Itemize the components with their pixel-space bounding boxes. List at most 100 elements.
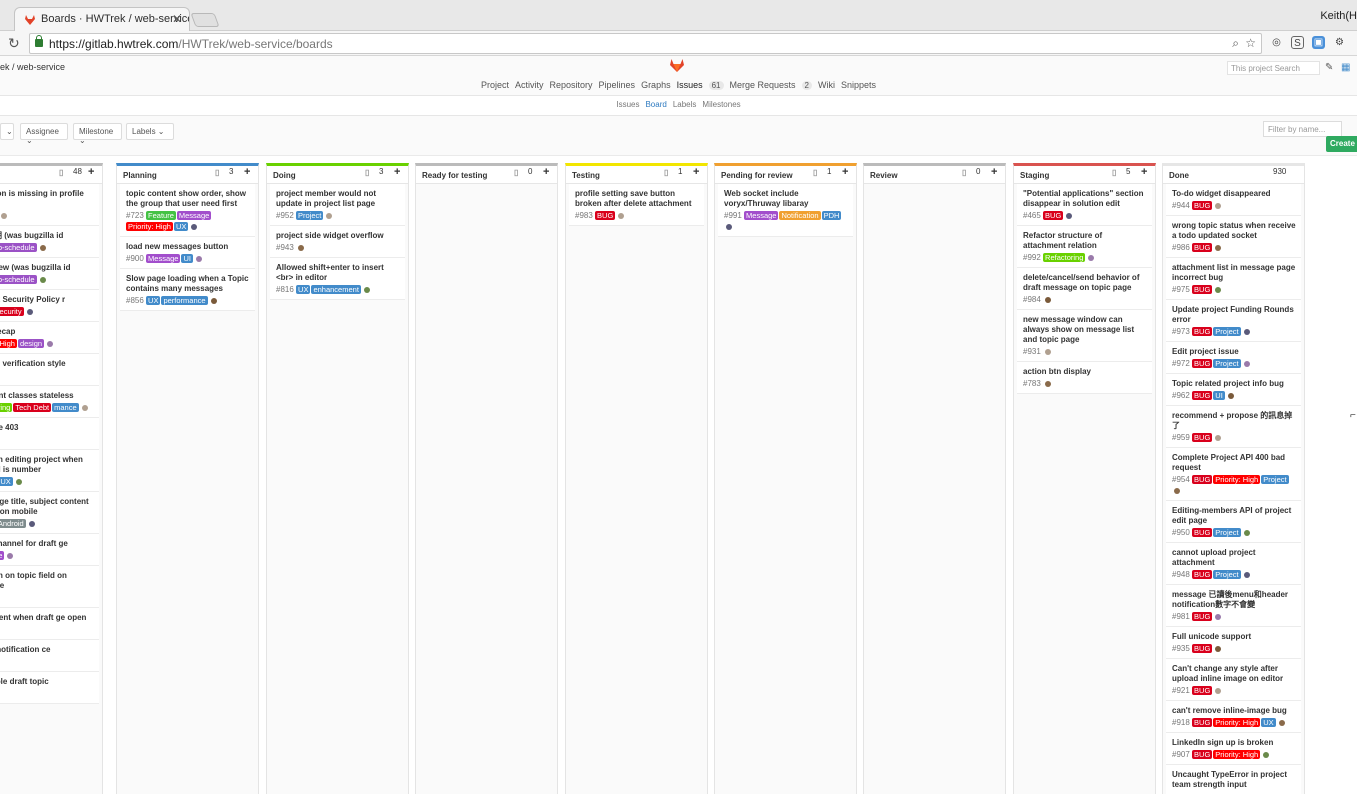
issue-title[interactable]: project member would not update in proje…	[276, 189, 400, 209]
issue-card[interactable]: action btn display #783	[1017, 362, 1152, 394]
assignee-avatar[interactable]	[15, 478, 22, 485]
add-issue-button[interactable]: +	[88, 166, 94, 178]
issue-card[interactable]: Can't change any style after upload inli…	[1166, 659, 1301, 701]
issue-title[interactable]: To-do widget disappeared	[1172, 189, 1296, 199]
issue-title[interactable]: e multiple draft topic	[0, 677, 94, 687]
add-issue-button[interactable]: +	[1141, 166, 1147, 178]
nav-item-merge-requests[interactable]: Merge Requests	[730, 80, 796, 90]
issue-label[interactable]: BUG	[1192, 327, 1213, 336]
issue-label[interactable]: Notification	[779, 211, 821, 220]
issue-card[interactable]: cannot upload project attachment #948 BUG…	[1166, 543, 1301, 585]
assignee-avatar[interactable]	[1066, 212, 1073, 219]
add-issue-button[interactable]: +	[543, 166, 549, 178]
assignee-avatar[interactable]	[1215, 244, 1222, 251]
assignee-avatar[interactable]	[1278, 719, 1285, 726]
issue-title[interactable]: Content Security Policy r	[0, 295, 94, 305]
issue-card[interactable]: load new messages button #900 Message UI	[120, 237, 255, 269]
create-button[interactable]: Create	[1326, 136, 1357, 152]
issue-label[interactable]: BUG	[1192, 750, 1213, 759]
issue-title[interactable]: "Potential applications" section disappe…	[1023, 189, 1147, 209]
issue-title[interactable]: Refactor structure of attachment relatio…	[1023, 231, 1147, 251]
add-issue-button[interactable]: +	[244, 166, 250, 178]
issue-label[interactable]: Feature	[146, 211, 176, 220]
issue-card[interactable]: chart view (was bugzilla idUGHub-schedul…	[0, 258, 99, 290]
assignee-avatar[interactable]	[39, 276, 46, 283]
issue-card[interactable]: can't remove inline-image bug #918 BUG Pri…	[1166, 701, 1301, 733]
issue-label[interactable]: Project	[296, 211, 324, 220]
issue-title[interactable]: LinkedIn sign up is broken	[1172, 738, 1296, 748]
assignee-avatar[interactable]	[1045, 296, 1052, 303]
issue-title[interactable]: ember notification ce	[0, 645, 94, 655]
trash-icon[interactable]: ▯	[813, 168, 817, 177]
issue-card[interactable]: new message window can always show on me…	[1017, 310, 1152, 362]
issue-card[interactable]: e multiple draft topic	[0, 672, 99, 704]
close-tab-icon[interactable]: ✕	[172, 12, 182, 26]
subnav-issues[interactable]: Issues	[616, 100, 639, 109]
issue-card[interactable]: o revise verification style	[0, 354, 99, 386]
reload-icon[interactable]: ↻	[8, 35, 20, 52]
issue-title[interactable]: delete/cancel/send behavior of draft mes…	[1023, 273, 1147, 293]
issue-title[interactable]: Editing-members API of project edit page	[1172, 506, 1296, 526]
assignee-avatar[interactable]	[1088, 254, 1095, 261]
issue-label[interactable]: UX	[0, 477, 13, 486]
issue-label[interactable]: Project	[1213, 359, 1241, 368]
issue-label[interactable]: Message	[146, 254, 181, 263]
assignee-avatar[interactable]	[191, 223, 198, 230]
nav-item-repository[interactable]: Repository	[550, 80, 593, 90]
issue-title[interactable]: Slow page loading when a Topic contains …	[126, 274, 250, 294]
issue-label[interactable]: Refactoring	[1043, 253, 1086, 262]
assignee-avatar[interactable]	[0, 212, 7, 219]
filter-by-name-input[interactable]: Filter by name...	[1263, 121, 1342, 137]
issue-label[interactable]: UX	[296, 285, 311, 294]
nav-item-issues[interactable]: Issues	[677, 80, 703, 90]
issue-card[interactable]: ge button is missing in profile page.UGU…	[0, 184, 99, 226]
issue-card[interactable]: ocket channel for draft ge Message	[0, 534, 99, 566]
issue-title[interactable]: l message title, subject content display…	[0, 497, 94, 517]
issue-card[interactable]: n handle 403	[0, 418, 99, 450]
issue-card[interactable]: Topic related project info bug #962 BUG UI	[1166, 374, 1301, 406]
assignee-avatar[interactable]	[1263, 751, 1270, 758]
add-issue-button[interactable]: +	[693, 166, 699, 178]
gear-icon[interactable]: ⚙	[1333, 36, 1346, 49]
issue-title[interactable]: Can't change any style after upload inli…	[1172, 664, 1296, 684]
issue-label[interactable]: BUG	[1192, 570, 1213, 579]
subnav-milestones[interactable]: Milestones	[702, 100, 740, 109]
issue-title[interactable]: new message window can always show on me…	[1023, 315, 1147, 345]
assignee-avatar[interactable]	[28, 520, 35, 527]
assignee-avatar[interactable]	[726, 223, 732, 230]
issue-label[interactable]: Project	[1261, 475, 1289, 484]
bookmark-star-icon[interactable]: ☆	[1245, 36, 1256, 50]
issue-label[interactable]: mance	[52, 403, 79, 412]
assignee-avatar[interactable]	[1215, 613, 1222, 620]
issue-card[interactable]: Content Security Policy rEPICSecurity	[0, 290, 99, 322]
issue-label[interactable]: Project	[1213, 327, 1241, 336]
zoom-icon[interactable]: ⌕	[1232, 36, 1239, 51]
issue-card[interactable]: project member would not update in proje…	[270, 184, 405, 226]
assignee-avatar[interactable]	[618, 212, 625, 219]
trash-icon[interactable]: ▯	[365, 168, 369, 177]
issue-card[interactable]: t work in editing project when the field…	[0, 450, 99, 492]
issue-label[interactable]: UX	[1261, 718, 1276, 727]
nav-item-project[interactable]: Project	[481, 80, 509, 90]
issue-title[interactable]: ge button is missing in profile page.	[0, 189, 94, 209]
assignee-avatar[interactable]	[7, 552, 14, 559]
issue-title[interactable]: topic content show order, show the group…	[126, 189, 250, 209]
issue-card[interactable]: Refactor structure of attachment relatio…	[1017, 226, 1152, 268]
assignee-avatar[interactable]	[1045, 380, 1052, 387]
url-field[interactable]: https://gitlab.hwtrek.com/HWTrek/web-ser…	[29, 33, 1262, 54]
extension-icon[interactable]: ◎	[1270, 36, 1283, 49]
assignee-avatar[interactable]	[363, 286, 370, 293]
assignee-avatar[interactable]	[1243, 328, 1250, 335]
issue-card[interactable]: To-do widget disappeared #944 BUG	[1166, 184, 1301, 216]
issue-title[interactable]: Topic related project info bug	[1172, 379, 1296, 389]
issue-label[interactable]: Security	[0, 307, 24, 316]
issue-label[interactable]: BUG	[1192, 359, 1213, 368]
add-issue-button[interactable]: +	[842, 166, 848, 178]
issue-card[interactable]: delete/cancel/send behavior of draft mes…	[1017, 268, 1152, 310]
issue-card[interactable]: project side widget overflow #943	[270, 226, 405, 258]
issue-title[interactable]: Complete Project API 400 bad request	[1172, 453, 1296, 473]
assignee-avatar[interactable]	[26, 308, 33, 315]
issue-label[interactable]: Mobile: Android	[0, 519, 26, 528]
trash-icon[interactable]: ▯	[1112, 168, 1116, 177]
issue-label[interactable]: BUG	[1043, 211, 1064, 220]
